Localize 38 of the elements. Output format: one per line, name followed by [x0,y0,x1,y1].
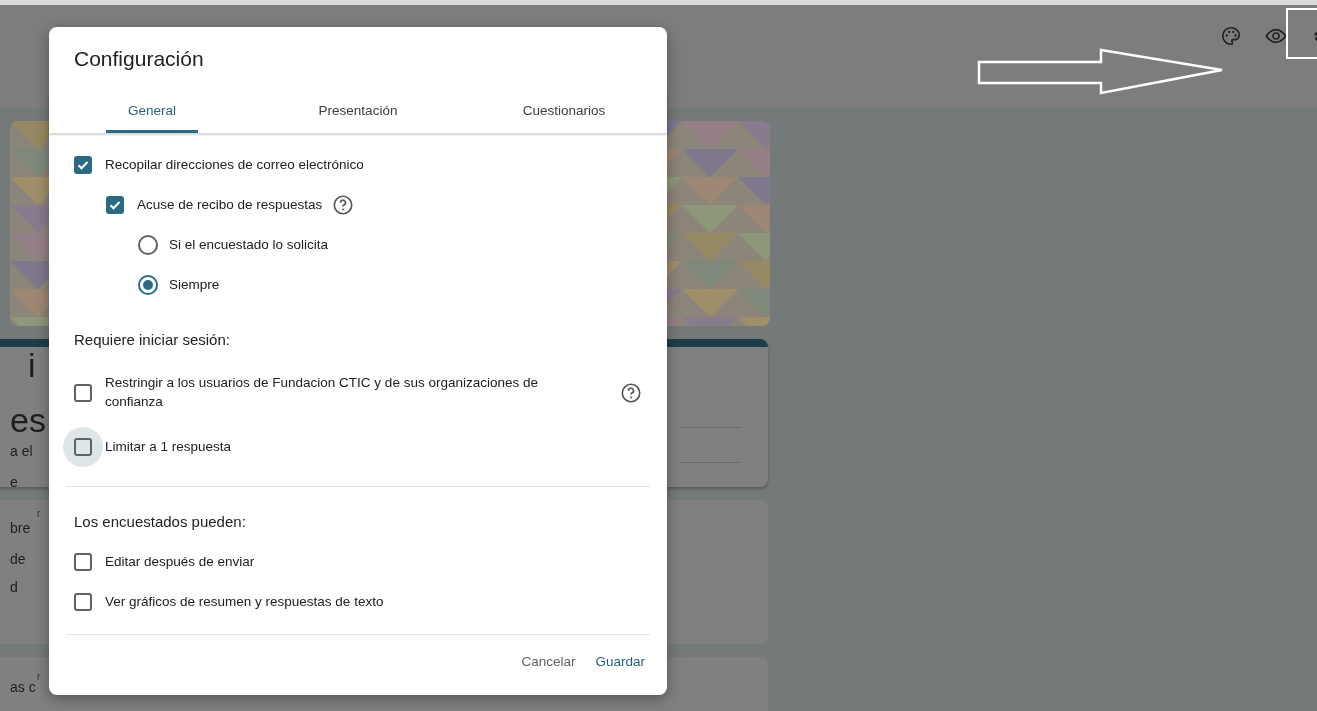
partial-text: bre [10,521,31,537]
checkbox[interactable] [74,553,92,571]
checkbox[interactable] [74,593,92,611]
partial-text: a el [10,443,33,460]
checkbox-label: Limitar a 1 respuesta [105,437,232,456]
checkbox[interactable] [74,384,92,402]
checkbox-label: Ver gráficos de resumen y respuestas de texto [105,592,384,611]
tab[interactable]: General [106,91,198,133]
palette-icon[interactable] [1220,25,1242,47]
section-heading: Los encuestados pueden: [74,513,247,530]
partial-text: as c [10,680,36,696]
checkbox-label: Editar después de enviar [105,552,255,571]
help-icon[interactable] [620,382,642,404]
checkbox-label: Acuse de recibo de respuestas [137,195,323,214]
checkbox-label: Restringir a los usuarios de Fundacion CTIC y de sus organizaciones de confianza [105,374,539,411]
partial-text: de [10,552,26,568]
partial-text: es [10,402,46,440]
checkbox[interactable] [74,438,92,456]
partial-text: r [37,671,41,682]
tab[interactable]: Presentación [296,91,420,133]
checkbox[interactable] [106,196,124,214]
checkbox-label: Recopilar direcciones de correo electrónico [105,155,364,174]
radio-label: Si el encuestado lo solicita [169,235,329,254]
focus-ring[interactable] [63,427,103,467]
partial-text: r [37,508,41,519]
checkbox[interactable] [74,156,92,174]
radio-button[interactable] [138,235,158,255]
radio-button[interactable] [138,275,158,295]
tab[interactable]: Cuestionarios [500,91,628,133]
radio-label: Siempre [169,275,220,294]
save-button[interactable]: Guardar [587,646,653,677]
partial-text: i [28,347,36,385]
partial-text: d [10,579,18,596]
partial-text: e [10,475,18,487]
section-heading: Requiere iniciar sesión: [74,331,231,348]
dialog-title: Configuración [73,46,205,72]
help-icon[interactable] [332,194,355,216]
cancel-button[interactable]: Cancelar [513,646,584,677]
